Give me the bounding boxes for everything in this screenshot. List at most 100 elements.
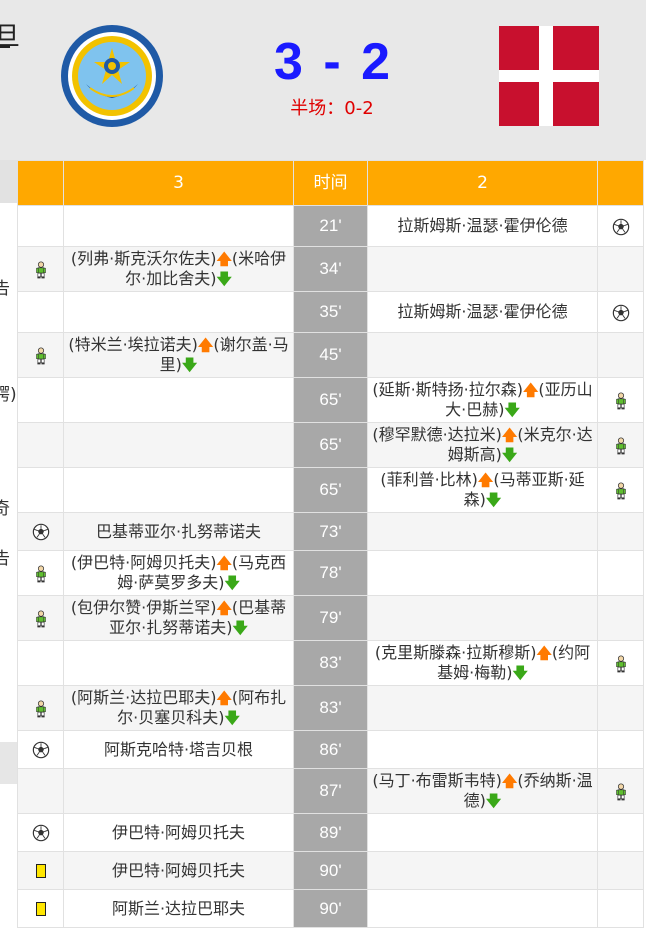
- player-name: 伊巴特·阿姆贝托夫: [111, 860, 246, 880]
- table-row: (特米兰·埃拉诺夫)🡅(谢尔盖·马里)🡇 45': [17, 332, 644, 378]
- left-side-strip: 告 锷) ) 奇 告: [0, 160, 17, 931]
- away-icon-cell: [597, 467, 644, 513]
- away-icon-cell: [597, 246, 644, 292]
- home-event-cell: [63, 467, 294, 513]
- player-in-name: (马丁·布雷斯韦特): [372, 771, 502, 790]
- substitution-player-icon: [32, 259, 50, 278]
- kazakhstan-football-federation-logo: [61, 25, 163, 127]
- away-icon-cell: [597, 640, 644, 686]
- arrow-up-icon: 🡅: [197, 336, 214, 354]
- left-strip-header: [0, 160, 17, 203]
- table-header-row: 3 时间 2: [17, 160, 644, 206]
- away-event-cell: (延斯·斯特扬·拉尔森)🡅(亚历山大·巴赫)🡇: [367, 377, 598, 423]
- substitution-player-icon: [32, 608, 50, 627]
- player-in-name: (伊巴特·阿姆贝托夫): [70, 553, 217, 572]
- player-in-name: (特米兰·埃拉诺夫): [68, 335, 198, 354]
- away-score: 2: [361, 33, 391, 91]
- home-event-cell: [63, 205, 294, 247]
- denmark-flag: [499, 26, 599, 126]
- event-minute: 79': [293, 595, 368, 641]
- table-row: (包伊尔赞·伊斯兰罕)🡅(巴基蒂亚尔·扎努蒂诺夫)🡇 79': [17, 595, 644, 641]
- event-minute: 87': [293, 768, 368, 814]
- score-separator: -: [323, 33, 341, 91]
- player-in-name: (延斯·斯特扬·拉尔森): [372, 380, 523, 399]
- event-minute: 73': [293, 512, 368, 551]
- substitution-player-icon: [32, 563, 50, 582]
- substitution-player-icon: [32, 698, 50, 717]
- home-icon-cell: [17, 291, 64, 333]
- away-icon-cell: [597, 730, 644, 769]
- event-minute: 65': [293, 467, 368, 513]
- away-event-cell: [367, 246, 598, 292]
- header-away-icon-col: [597, 160, 644, 206]
- substitution-player-icon: [32, 345, 50, 364]
- player-name: 拉斯姆斯·温瑟·霍伊伦德: [397, 302, 568, 321]
- player-in-name: (包伊尔赞·伊斯兰罕): [70, 598, 217, 617]
- table-row: 伊巴特·阿姆贝托夫 89': [17, 813, 644, 852]
- home-icon-cell: [17, 851, 64, 890]
- player-name: 巴基蒂亚尔·扎努蒂诺夫: [95, 521, 262, 541]
- arrow-down-icon: 🡇: [485, 792, 502, 810]
- table-row: 65' (菲利普·比林)🡅(马蒂亚斯·延森)🡇: [17, 467, 644, 513]
- home-icon-cell: [17, 550, 64, 596]
- arrow-up-icon: 🡅: [523, 381, 539, 399]
- home-event-cell: [63, 640, 294, 686]
- table-row: 阿斯兰·达拉巴耶夫 90': [17, 889, 644, 928]
- home-event-cell: 伊巴特·阿姆贝托夫: [63, 851, 294, 890]
- away-event-cell: [367, 851, 598, 890]
- arrow-up-icon: 🡅: [216, 599, 232, 617]
- away-event-cell: [367, 889, 598, 928]
- home-score: 3: [273, 33, 303, 91]
- player-name: 伊巴特·阿姆贝托夫: [111, 822, 246, 842]
- table-row: 35' 拉斯姆斯·温瑟·霍伊伦德: [17, 291, 644, 333]
- event-minute: 90': [293, 851, 368, 890]
- yellow-card-icon: [35, 899, 46, 918]
- clipped-text: 告: [0, 549, 10, 569]
- player-name: 阿斯克哈特·塔吉贝根: [103, 739, 254, 759]
- event-minute: 34': [293, 246, 368, 292]
- away-event-cell: [367, 332, 598, 378]
- home-event-cell: 阿斯兰·达拉巴耶夫: [63, 889, 294, 928]
- substitution-player-icon: [612, 435, 630, 454]
- home-icon-cell: [17, 467, 64, 513]
- home-icon-cell: [17, 595, 64, 641]
- arrow-down-icon: 🡇: [224, 574, 240, 592]
- arrow-down-icon: 🡇: [181, 356, 198, 374]
- away-event-cell: [367, 550, 598, 596]
- away-event-cell: (克里斯滕森·拉斯穆斯)🡅(约阿基姆·梅勒)🡇: [367, 640, 598, 686]
- clipped-text: 奇: [0, 499, 10, 519]
- home-icon-cell: [17, 512, 64, 551]
- event-minute: 65': [293, 377, 368, 423]
- table-row: 83' (克里斯滕森·拉斯穆斯)🡅(约阿基姆·梅勒)🡇: [17, 640, 644, 686]
- event-minute: 45': [293, 332, 368, 378]
- table-row: 65' (穆罕默德·达拉米)🡅(米克尔·达姆斯高)🡇: [17, 422, 644, 468]
- home-icon-cell: [17, 422, 64, 468]
- soccer-ball-icon: [32, 522, 50, 541]
- home-icon-cell: [17, 205, 64, 247]
- player-in-name: (列弗·斯克沃尔佐夫): [70, 249, 217, 268]
- table-row: (阿斯兰·达拉巴耶夫)🡅(阿布扎尔·贝塞贝科夫)🡇 83': [17, 685, 644, 731]
- arrow-down-icon: 🡇: [501, 446, 518, 464]
- substitution-player-icon: [612, 390, 630, 409]
- home-icon-cell: [17, 332, 64, 378]
- header-home-team: 3: [63, 160, 294, 206]
- home-event-cell: [63, 291, 294, 333]
- table-row: 65' (延斯·斯特扬·拉尔森)🡅(亚历山大·巴赫)🡇: [17, 377, 644, 423]
- table-row: 21' 拉斯姆斯·温瑟·霍伊伦德: [17, 205, 644, 247]
- away-event-cell: (穆罕默德·达拉米)🡅(米克尔·达姆斯高)🡇: [367, 422, 598, 468]
- arrow-down-icon: 🡇: [224, 709, 240, 727]
- player-in-name: (菲利普·比林): [380, 470, 478, 489]
- player-name: 拉斯姆斯·温瑟·霍伊伦德: [397, 216, 568, 235]
- substitution-player-icon: [612, 653, 630, 672]
- clipped-text: 锷): [0, 385, 17, 405]
- away-event-cell: (菲利普·比林)🡅(马蒂亚斯·延森)🡇: [367, 467, 598, 513]
- player-name: 阿斯兰·达拉巴耶夫: [111, 898, 246, 918]
- yellow-card-icon: [35, 861, 46, 880]
- away-icon-cell: [597, 889, 644, 928]
- soccer-ball-icon: [32, 823, 50, 842]
- event-minute: 35': [293, 291, 368, 333]
- table-row: (列弗·斯克沃尔佐夫)🡅(米哈伊尔·加比舍夫)🡇 34': [17, 246, 644, 292]
- home-event-cell: [63, 377, 294, 423]
- away-event-cell: (马丁·布雷斯韦特)🡅(乔纳斯·温德)🡇: [367, 768, 598, 814]
- substitution-player-icon: [612, 781, 630, 800]
